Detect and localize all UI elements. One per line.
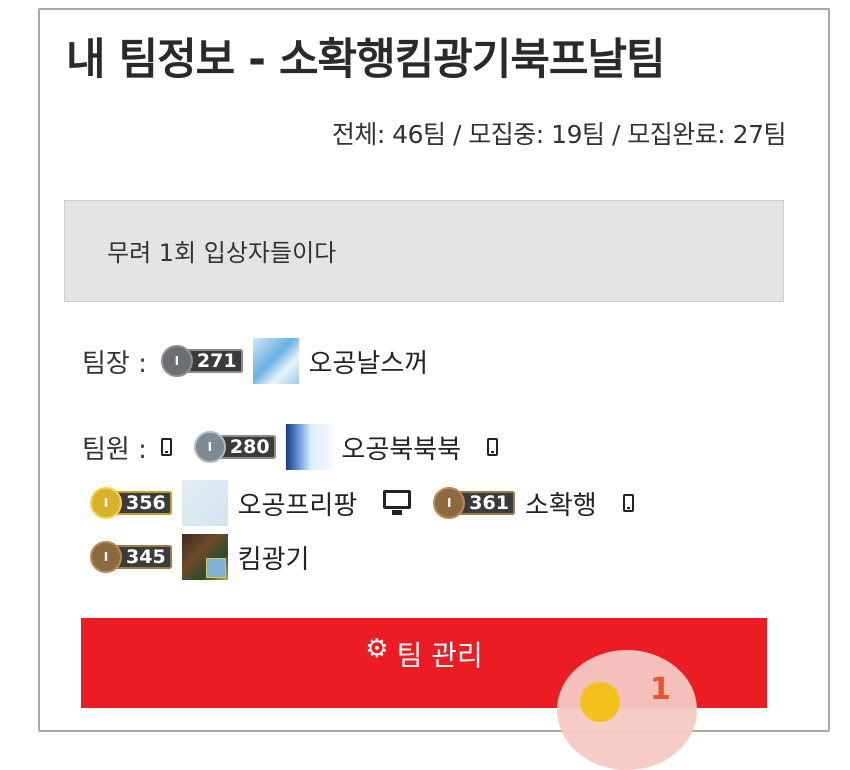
monitor-icon bbox=[383, 489, 412, 517]
page-title: 내 팀정보 - 소확행킴광기북프날팀 bbox=[66, 35, 666, 85]
member-name[interactable]: 킴광기 bbox=[238, 539, 310, 576]
level-badge: I 345 bbox=[90, 541, 172, 573]
notification-button[interactable] bbox=[557, 650, 697, 770]
phone-icon bbox=[622, 494, 634, 512]
phone-icon bbox=[487, 438, 499, 456]
avatar[interactable] bbox=[181, 480, 228, 526]
team-stats: 전체: 46팀 / 모집중: 19팀 / 모집완료: 27팀 bbox=[331, 120, 787, 149]
level-badge: I 280 bbox=[193, 431, 276, 463]
leader-label: 팀장 : bbox=[82, 348, 147, 379]
avatar[interactable] bbox=[285, 424, 332, 470]
gear-icon: ⚙ bbox=[365, 634, 389, 664]
phone-icon bbox=[160, 438, 172, 456]
notification-count: 1 bbox=[650, 672, 671, 707]
leader-name[interactable]: 오공날스꺼 bbox=[309, 343, 429, 380]
team-manage-label: 팀 관리 bbox=[396, 639, 483, 672]
rank-emblem-icon: I bbox=[193, 431, 226, 463]
members-label: 팀원 : bbox=[82, 434, 147, 465]
level-badge: I 271 bbox=[160, 345, 243, 377]
avatar[interactable] bbox=[181, 534, 228, 580]
member-name[interactable]: 오공북북북 bbox=[342, 429, 462, 466]
member-name[interactable]: 소확행 bbox=[525, 485, 597, 522]
team-description: 무려 1회 입상자들이다 bbox=[107, 239, 337, 267]
members-row: I 356 오공프리팡 I 361 소확행 bbox=[90, 480, 656, 526]
level-badge: I 356 bbox=[90, 487, 172, 519]
team-description-box: 무려 1회 입상자들이다 bbox=[64, 200, 784, 302]
leader-row: 팀장 : I 271 오공날스꺼 bbox=[82, 338, 428, 384]
level-badge: I 361 bbox=[433, 487, 515, 519]
rank-emblem-icon: I bbox=[90, 487, 122, 519]
rank-emblem-icon: I bbox=[90, 541, 122, 573]
rank-emblem-icon: I bbox=[160, 345, 193, 377]
notification-icon bbox=[580, 682, 620, 722]
member-name[interactable]: 오공프리팡 bbox=[238, 485, 358, 522]
members-row: I 345 킴광기 bbox=[90, 534, 335, 580]
members-row: 팀원 : I 280 오공북북북 bbox=[82, 424, 520, 470]
avatar[interactable] bbox=[252, 338, 299, 384]
